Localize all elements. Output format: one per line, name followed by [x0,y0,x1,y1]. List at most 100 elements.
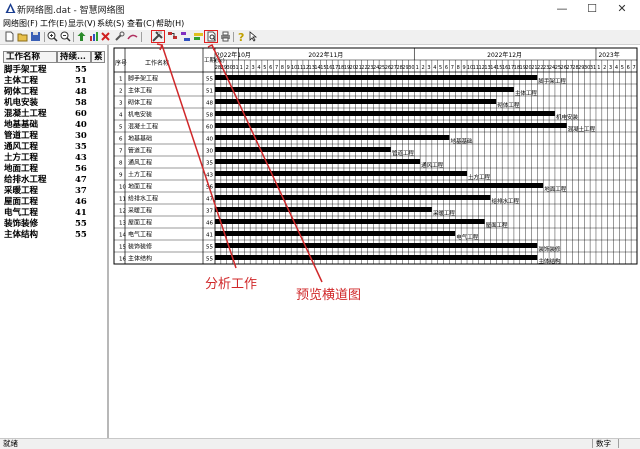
open-folder-icon[interactable] [17,31,28,42]
gantt-bar-label: 通风工程 [421,161,444,169]
task-name: 砌体工程 [4,87,39,97]
task-urgent-header[interactable]: 紧 [91,51,105,63]
row-duration: 55 [206,245,213,251]
print-icon[interactable] [220,31,231,42]
task-list-row[interactable]: 管道工程 30 [4,131,109,142]
day-label: 6 [445,65,448,71]
day-label: 1 [416,65,419,71]
row-duration: 51 [206,89,213,95]
task-list-row[interactable]: 地面工程 56 [4,164,109,175]
menu-help[interactable]: 帮助(H) [156,18,184,29]
task-duration: 48 [75,87,87,97]
gantt-bar-label: 脚手架工程 [538,77,566,85]
menu-work[interactable]: 工作(E) [40,18,67,29]
task-name: 脚手架工程 [4,65,47,75]
flag-icon[interactable] [193,31,204,42]
status-bar: 就绪 数字 [0,438,640,449]
task-duration: 46 [75,197,87,207]
network-icon[interactable] [180,31,191,42]
task-duration: 30 [75,131,87,141]
gantt-bar-label: 屋面工程 [486,221,509,229]
link-icon[interactable] [127,31,138,42]
day-label: 4 [257,65,260,71]
task-name-header[interactable]: 工作名称 [3,51,57,63]
task-list-row[interactable]: 土方工程 43 [4,153,109,164]
task-list-row[interactable]: 屋面工程 46 [4,197,109,208]
row-task-name: 砌体工程 [128,99,152,107]
zoom-in-icon[interactable] [47,31,58,42]
task-name: 地面工程 [4,164,39,174]
help-icon[interactable]: ? [236,31,247,42]
row-duration: 41 [206,233,213,239]
row-index: 9 [119,173,123,179]
task-list-row[interactable]: 主体工程 51 [4,76,109,87]
task-duration: 40 [75,120,87,130]
task-list-row[interactable]: 脚手架工程 55 [4,65,109,76]
row-index: 13 [119,221,126,227]
arrange-icon[interactable] [167,31,178,42]
task-name: 主体结构 [4,230,39,240]
task-duration: 56 [75,164,87,174]
row-index: 16 [119,257,126,263]
task-name: 主体工程 [4,76,39,86]
day-label: 30 [408,65,414,71]
menu-view[interactable]: 查看(C) [127,18,155,29]
gantt-bar-label: 装饰装修 [538,245,561,253]
save-icon[interactable] [30,31,41,42]
gantt-bar-label: 土方工程 [468,173,491,181]
month-label: 2023年 [598,51,619,59]
task-name: 地基基础 [4,120,39,130]
task-list-row[interactable]: 砌体工程 48 [4,87,109,98]
row-task-name: 给排水工程 [128,195,158,203]
gantt-bar [215,75,538,80]
day-label: 2 [603,65,606,71]
task-list-row[interactable]: 电气工程 41 [4,208,109,219]
day-label: 6 [269,65,272,71]
row-task-name: 混凝土工程 [128,123,158,131]
row-task-name: 主体工程 [128,87,152,95]
add-task-icon[interactable] [76,31,87,42]
gantt-bar-label: 主体结构 [538,257,561,265]
pointer-icon[interactable] [248,31,259,42]
task-duration: 55 [75,219,87,229]
zoom-out-icon[interactable] [60,31,71,42]
delete-icon[interactable] [100,31,111,42]
gantt-bar [215,243,538,248]
menu-network[interactable]: 网络图(F) [3,18,38,29]
tool-icon[interactable] [114,31,125,42]
analyze-work-highlight [151,30,165,43]
gantt-bar [215,255,538,260]
row-duration: 55 [206,257,213,263]
day-label: 31 [232,65,238,71]
day-label: 9 [287,65,290,71]
new-file-icon[interactable] [4,31,15,42]
toolbar-separator [44,32,45,42]
chart-icon[interactable] [89,31,100,42]
task-list-row[interactable]: 通风工程 35 [4,142,109,153]
minimize-button[interactable]: — [548,1,576,16]
menu-display[interactable]: 显示(V) [68,18,96,29]
task-duration: 47 [75,175,87,185]
close-button[interactable]: ✕ [608,1,636,16]
menu-bar: 网络图(F) 工作(E) 显示(V) 系统(S) 查看(C) 帮助(H) [0,17,640,30]
menu-system[interactable]: 系统(S) [97,18,124,29]
task-duration-header[interactable]: 持续... [57,51,91,63]
task-list-row[interactable]: 地基基础 40 [4,120,109,131]
app-logo-icon [5,3,16,13]
task-list-row[interactable]: 给排水工程 47 [4,175,109,186]
task-list-row[interactable]: 机电安装 58 [4,98,109,109]
task-list-row[interactable]: 装饰装修 55 [4,219,109,230]
row-index: 8 [119,161,123,167]
gantt-bar [215,147,391,152]
task-list-row[interactable]: 采暖工程 37 [4,186,109,197]
task-duration: 51 [75,76,87,86]
task-list-row[interactable]: 混凝土工程 60 [4,109,109,120]
row-index: 5 [119,125,123,131]
maximize-button[interactable]: ☐ [578,1,606,16]
gantt-bar [215,135,450,140]
row-task-name: 管道工程 [128,147,152,155]
task-list-row[interactable]: 主体结构 55 [4,230,109,241]
gantt-bar-label: 机电安装 [556,113,579,121]
row-duration: 48 [206,101,213,107]
gantt-bar-label: 砌体工程 [497,101,520,109]
